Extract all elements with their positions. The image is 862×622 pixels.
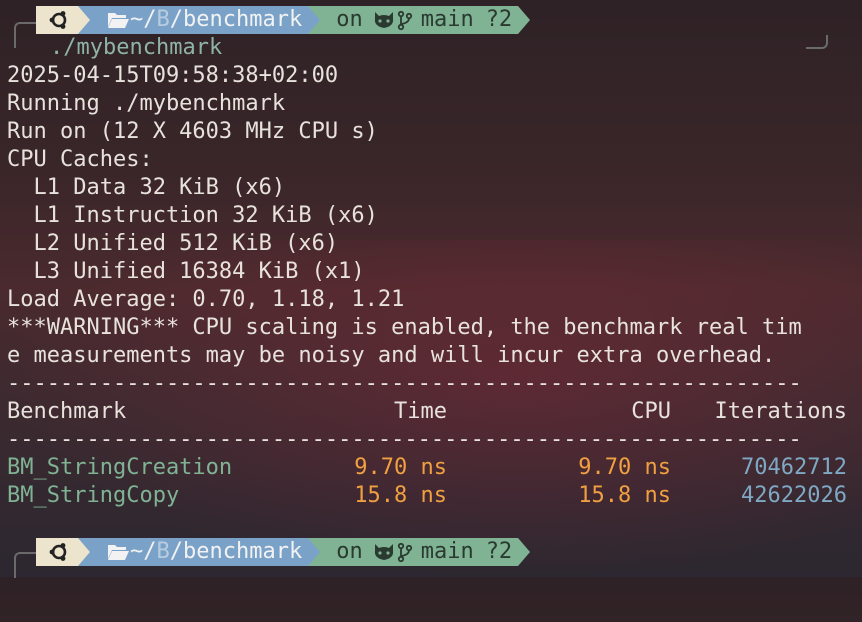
git-branch-name: main	[420, 539, 474, 564]
git-branch-icon	[397, 10, 412, 31]
path-current: /benchmark	[169, 539, 303, 564]
header-iterations: Iterations	[714, 399, 847, 424]
git-on-label: on	[336, 7, 363, 32]
shell-prompt: ~/B/benchmark on main ?2	[36, 538, 531, 566]
path-abbrev: B	[156, 7, 170, 32]
run-on-line: Run on (12 X 4603 MHz CPU s)	[7, 119, 378, 144]
segment-separator	[308, 6, 321, 34]
path-segment: ~/B/benchmark	[90, 6, 309, 34]
path-segment: ~/B/benchmark	[90, 538, 309, 566]
command-line: ./mybenchmark	[50, 35, 223, 60]
benchmark-cpu: 15.8 ns	[578, 483, 671, 508]
l1-instruction-cache: L1 Instruction 32 KiB (x6)	[7, 203, 378, 228]
table-row: BM_StringCopy 15.8 ns 15.8 ns 42622026	[7, 482, 857, 510]
folder-open-icon	[108, 545, 129, 560]
path-abbrev: B	[156, 539, 170, 564]
segment-separator	[78, 6, 90, 34]
prompt-frame-corner	[14, 552, 36, 578]
git-status: ?2	[485, 539, 513, 564]
benchmark-cpu: 9.70 ns	[578, 455, 671, 480]
benchmark-time: 15.8 ns	[354, 483, 447, 508]
warning-line-continued: e measurements may be noisy and will inc…	[7, 343, 776, 368]
benchmark-time: 9.70 ns	[354, 455, 447, 480]
header-cpu: CPU	[631, 399, 671, 424]
benchmark-iterations: 42622026	[741, 483, 847, 508]
prompt-frame-corner	[806, 35, 828, 49]
git-status: ?2	[485, 7, 513, 32]
segment-separator	[518, 538, 531, 566]
os-segment	[36, 6, 78, 34]
header-benchmark: Benchmark	[7, 399, 127, 424]
warning-line: ***WARNING*** CPU scaling is enabled, th…	[7, 315, 802, 340]
l2-cache: L2 Unified 512 KiB (x6)	[7, 231, 339, 256]
table-separator: ----------------------------------------…	[7, 427, 802, 452]
l3-cache: L3 Unified 16384 KiB (x1)	[7, 259, 365, 284]
benchmark-name: BM_StringCopy	[7, 483, 180, 508]
shell-prompt: ~/B/benchmark on main ?2	[36, 6, 531, 34]
github-icon	[374, 12, 393, 28]
segment-separator	[518, 6, 531, 34]
folder-open-icon	[108, 13, 129, 28]
path-home: ~/	[130, 7, 157, 32]
prompt-frame-corner	[14, 22, 36, 48]
ubuntu-icon	[49, 11, 67, 29]
table-row: BM_StringCreation 9.70 ns 9.70 ns 704627…	[7, 454, 857, 482]
git-segment: on main ?2	[320, 538, 519, 566]
segment-separator	[308, 538, 321, 566]
os-segment	[36, 538, 78, 566]
cpu-caches-heading: CPU Caches:	[7, 147, 153, 172]
benchmark-name: BM_StringCreation	[7, 455, 233, 480]
segment-separator	[78, 538, 90, 566]
running-line: Running ./mybenchmark	[7, 91, 286, 116]
table-header: Benchmark Time CPU Iterations	[7, 398, 857, 426]
github-icon	[374, 544, 393, 560]
path-home: ~/	[130, 539, 157, 564]
ubuntu-icon	[49, 543, 67, 561]
header-time: Time	[394, 399, 447, 424]
git-branch-icon	[397, 542, 412, 563]
git-branch-name: main	[420, 7, 474, 32]
git-on-label: on	[336, 539, 363, 564]
timestamp: 2025-04-15T09:58:38+02:00	[7, 63, 339, 88]
l1-data-cache: L1 Data 32 KiB (x6)	[7, 175, 286, 200]
path-current: /benchmark	[169, 7, 303, 32]
benchmark-iterations: 70462712	[741, 455, 847, 480]
table-separator: ----------------------------------------…	[7, 371, 802, 396]
git-segment: on main ?2	[320, 6, 519, 34]
load-average: Load Average: 0.70, 1.18, 1.21	[7, 287, 405, 312]
